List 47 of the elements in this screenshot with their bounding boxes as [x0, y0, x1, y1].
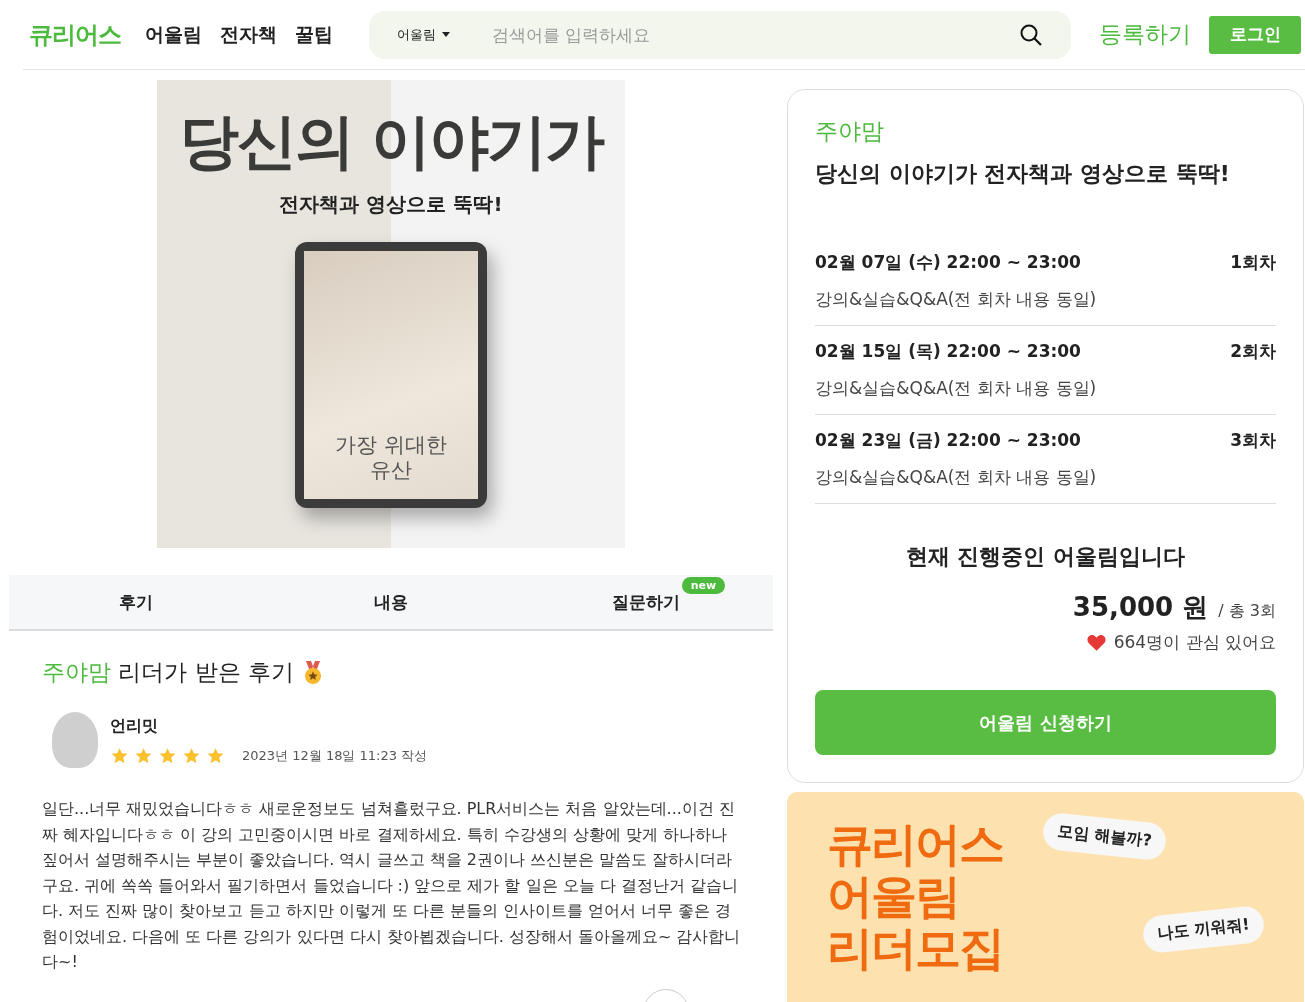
session-total: / 총 3회: [1218, 601, 1276, 622]
star-icon: [158, 746, 177, 765]
session-date: 02월 15일 (목) 22:00 ~ 23:00: [815, 340, 1081, 363]
speech-bubble: 나도 끼워줘!: [1141, 904, 1266, 955]
nav-link[interactable]: 꿀팁: [295, 21, 333, 48]
interest-count: 664명이 관심 있어요: [1113, 631, 1276, 654]
session-round: 2회차: [1230, 340, 1276, 363]
star-icon: [182, 746, 201, 765]
star-icon: [206, 746, 225, 765]
tab[interactable]: 질문하기 new: [518, 575, 773, 629]
speech-bubble: 모임 해볼까?: [1041, 811, 1168, 862]
tablet-text: 유산: [370, 457, 412, 483]
reviews-heading: 주야맘 리더가 받은 후기: [42, 658, 294, 687]
banner-title: 어울림: [827, 870, 960, 922]
session-description: 강의&실습&Q&A(전 회차 내용 동일): [815, 288, 1098, 311]
nav-link[interactable]: 전자책: [220, 21, 277, 48]
banner-title: 큐리어스: [827, 818, 1003, 870]
category-dropdown[interactable]: 어울림: [397, 25, 450, 44]
review-date: 2023년 12월 18일 11:23 작성: [242, 746, 428, 765]
new-badge: new: [681, 577, 726, 594]
session-description: 강의&실습&Q&A(전 회차 내용 동일): [815, 377, 1098, 400]
search-field[interactable]: 어울림 검색어를 입력하세요: [369, 10, 1071, 59]
course-title: 당신의 이야기가 전자책과 영상으로 뚝딱!: [815, 160, 1231, 188]
session-round: 3회차: [1230, 429, 1276, 452]
session-description: 강의&실습&Q&A(전 회차 내용 동일): [815, 466, 1098, 489]
session-round: 1회차: [1230, 251, 1276, 274]
cover-title: 당신의 이야기가: [178, 105, 604, 178]
nav-link[interactable]: 어울림: [145, 21, 202, 48]
status-text: 현재 진행중인 어울림입니다: [904, 543, 1187, 571]
caret-icon: [442, 32, 450, 37]
tab[interactable]: 후기: [9, 575, 264, 629]
price: 35,000 원: [1072, 591, 1209, 624]
banner-title: 리더모집: [827, 922, 1003, 974]
star-icon: [110, 746, 129, 765]
review-text: 일단...너무 재밌었습니다ㅎㅎ 새로운정보도 넘쳐흘렀구요. PLR서비스는 처음 알았는데...이건 진짜 혜자입니다ㅎㅎ 이 강의 고민중이시면 바로 결제하세요. 특히 수강생의 상황에 맞게 하나하나 짚어서 설명해주시는 부분이 좋았습니다. 역시 글쓰고 책을 2권이나 쓰신분은 말씀도 잘하시더라구요. 귀에 쏙쏙 들어와서 필기하면서 들었습니다 :) 앞으로 제가 할 일은 오늘 다 결정난거 같습니다. 저도 진짜 많이 찾아보고 듣고 하지만 이렇게 또 다른 분들의 인사이트를 얻어서 너무 좋은 경험이었네요. 다음에 또 다른 강의가 있다면 다시 찾아뵙겠습니다. 성장해서 돌아올께요~ 감사합니다~!: [42, 798, 742, 973]
avatar: [52, 712, 98, 768]
heart-icon: [1086, 634, 1106, 651]
leader-name: 주야맘: [815, 117, 885, 146]
star-icon: [134, 746, 153, 765]
session-date: 02월 07일 (수) 22:00 ~ 23:00: [815, 251, 1081, 274]
tablet-text: 가장 위대한: [335, 432, 447, 458]
search-icon[interactable]: [1019, 22, 1043, 47]
session-date: 02월 23일 (금) 22:00 ~ 23:00: [815, 429, 1081, 452]
recruit-banner[interactable]: 큐리어스 어울림 리더모집 모임 해볼까? 나도 끼워줘!: [787, 792, 1304, 1002]
cover-subtitle: 전자책과 영상으로 뚝딱!: [279, 191, 503, 218]
tab[interactable]: 내용: [263, 575, 519, 629]
review-author: 언리밋: [110, 715, 159, 737]
